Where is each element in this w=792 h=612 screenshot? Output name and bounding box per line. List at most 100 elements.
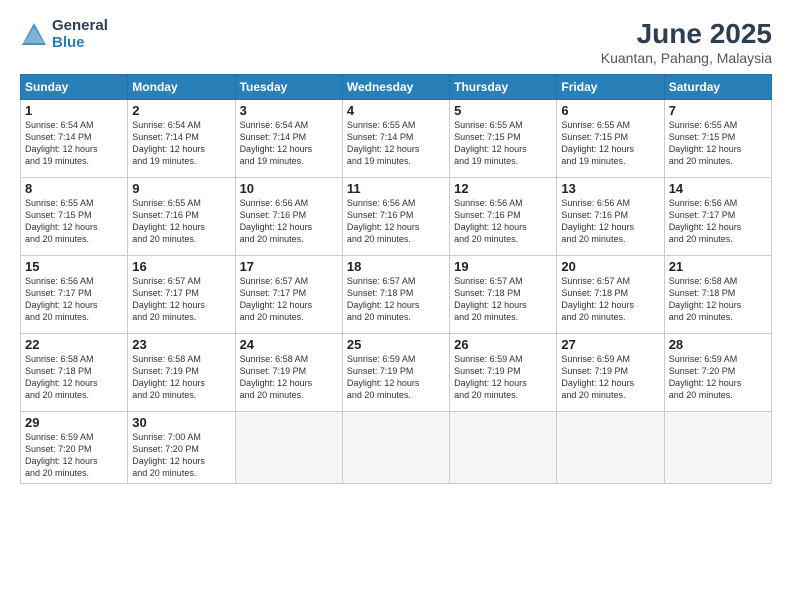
calendar-cell-w3-5: 20 Sunrise: 6:57 AMSunset: 7:18 PMDayligh… — [557, 256, 664, 334]
calendar-cell-w3-0: 15 Sunrise: 6:56 AMSunset: 7:17 PMDayligh… — [21, 256, 128, 334]
calendar-header: General Blue June 2025 Kuantan, Pahang, … — [20, 18, 772, 66]
day-number: 20 — [561, 259, 659, 274]
day-number: 14 — [669, 181, 767, 196]
logo-blue: Blue — [52, 35, 108, 52]
col-sunday: Sunday — [21, 75, 128, 100]
calendar-row-3: 15 Sunrise: 6:56 AMSunset: 7:17 PMDayligh… — [21, 256, 772, 334]
calendar-cell-w4-1: 23 Sunrise: 6:58 AMSunset: 7:19 PMDayligh… — [128, 334, 235, 412]
day-info: Sunrise: 6:59 AMSunset: 7:19 PMDaylight:… — [561, 354, 634, 400]
calendar-cell-1: 1Sunrise: 6:54 AMSunset: 7:14 PMDaylight… — [21, 100, 128, 178]
calendar-page: General Blue June 2025 Kuantan, Pahang, … — [0, 0, 792, 612]
calendar-row-5: 29 Sunrise: 6:59 AMSunset: 7:20 PMDayligh… — [21, 412, 772, 484]
day-number: 5 — [454, 103, 552, 118]
day-info: Sunrise: 6:58 AMSunset: 7:19 PMDaylight:… — [240, 354, 313, 400]
calendar-cell-w1-5: 6Sunrise: 6:55 AMSunset: 7:15 PMDaylight… — [557, 100, 664, 178]
calendar-cell-w2-0: 8 Sunrise: 6:55 AMSunset: 7:15 PMDaylight… — [21, 178, 128, 256]
title-block: June 2025 Kuantan, Pahang, Malaysia — [601, 18, 772, 66]
calendar-cell-w1-6: 7 Sunrise: 6:55 AMSunset: 7:15 PMDaylight… — [664, 100, 771, 178]
day-number: 28 — [669, 337, 767, 352]
day-info: Sunrise: 6:59 AMSunset: 7:20 PMDaylight:… — [25, 432, 98, 478]
day-info: Sunrise: 6:57 AMSunset: 7:18 PMDaylight:… — [454, 276, 527, 322]
day-number: 26 — [454, 337, 552, 352]
day-number: 10 — [240, 181, 338, 196]
calendar-title: June 2025 — [601, 18, 772, 50]
col-saturday: Saturday — [664, 75, 771, 100]
calendar-cell-w2-1: 9 Sunrise: 6:55 AMSunset: 7:16 PMDaylight… — [128, 178, 235, 256]
calendar-cell-w5-2 — [235, 412, 342, 484]
calendar-cell-w2-6: 14 Sunrise: 6:56 AMSunset: 7:17 PMDayligh… — [664, 178, 771, 256]
day-info: Sunrise: 6:54 AMSunset: 7:14 PMDaylight:… — [132, 120, 205, 166]
day-number: 24 — [240, 337, 338, 352]
calendar-row-4: 22 Sunrise: 6:58 AMSunset: 7:18 PMDayligh… — [21, 334, 772, 412]
day-number: 13 — [561, 181, 659, 196]
day-info: Sunrise: 6:55 AMSunset: 7:15 PMDaylight:… — [25, 198, 98, 244]
day-info: Sunrise: 7:00 AMSunset: 7:20 PMDaylight:… — [132, 432, 205, 478]
col-tuesday: Tuesday — [235, 75, 342, 100]
day-number: 17 — [240, 259, 338, 274]
day-number: 8 — [25, 181, 123, 196]
calendar-cell-w5-0: 29 Sunrise: 6:59 AMSunset: 7:20 PMDayligh… — [21, 412, 128, 484]
calendar-cell-w4-3: 25 Sunrise: 6:59 AMSunset: 7:19 PMDayligh… — [342, 334, 449, 412]
calendar-cell-w5-3 — [342, 412, 449, 484]
calendar-cell-w3-2: 17 Sunrise: 6:57 AMSunset: 7:17 PMDayligh… — [235, 256, 342, 334]
col-wednesday: Wednesday — [342, 75, 449, 100]
calendar-cell-w1-1: 2 Sunrise: 6:54 AMSunset: 7:14 PMDaylight… — [128, 100, 235, 178]
day-info: Sunrise: 6:55 AMSunset: 7:15 PMDaylight:… — [669, 120, 742, 166]
day-info: Sunrise: 6:55 AMSunset: 7:15 PMDaylight:… — [561, 120, 634, 166]
col-friday: Friday — [557, 75, 664, 100]
day-number: 7 — [669, 103, 767, 118]
calendar-cell-w1-2: 3 Sunrise: 6:54 AMSunset: 7:14 PMDaylight… — [235, 100, 342, 178]
day-info: Sunrise: 6:58 AMSunset: 7:19 PMDaylight:… — [132, 354, 205, 400]
day-info: Sunrise: 6:57 AMSunset: 7:17 PMDaylight:… — [132, 276, 205, 322]
calendar-cell-w4-5: 27 Sunrise: 6:59 AMSunset: 7:19 PMDayligh… — [557, 334, 664, 412]
calendar-cell-w2-5: 13 Sunrise: 6:56 AMSunset: 7:16 PMDayligh… — [557, 178, 664, 256]
day-number: 1 — [25, 103, 123, 118]
day-info: Sunrise: 6:56 AMSunset: 7:16 PMDaylight:… — [240, 198, 313, 244]
day-info: Sunrise: 6:59 AMSunset: 7:19 PMDaylight:… — [454, 354, 527, 400]
day-number: 27 — [561, 337, 659, 352]
day-info: Sunrise: 6:57 AMSunset: 7:17 PMDaylight:… — [240, 276, 313, 322]
day-info: Sunrise: 6:56 AMSunset: 7:17 PMDaylight:… — [25, 276, 98, 322]
day-number: 16 — [132, 259, 230, 274]
calendar-row-1: 1 Sunrise: 6:54 AMSunset: 7:14 PMDaylight… — [21, 100, 772, 178]
col-monday: Monday — [128, 75, 235, 100]
day-number: 19 — [454, 259, 552, 274]
day-number: 3 — [240, 103, 338, 118]
calendar-cell-w2-2: 10 Sunrise: 6:56 AMSunset: 7:16 PMDayligh… — [235, 178, 342, 256]
calendar-subtitle: Kuantan, Pahang, Malaysia — [601, 50, 772, 66]
day-info: Sunrise: 6:56 AMSunset: 7:16 PMDaylight:… — [454, 198, 527, 244]
logo-general: General — [52, 18, 108, 35]
calendar-cell-w1-4: 5 Sunrise: 6:55 AMSunset: 7:15 PMDaylight… — [450, 100, 557, 178]
calendar-cell-w3-4: 19 Sunrise: 6:57 AMSunset: 7:18 PMDayligh… — [450, 256, 557, 334]
day-number: 29 — [25, 415, 123, 430]
day-number: 22 — [25, 337, 123, 352]
day-number: 30 — [132, 415, 230, 430]
day-number: 2 — [132, 103, 230, 118]
calendar-cell-w5-1: 30 Sunrise: 7:00 AMSunset: 7:20 PMDayligh… — [128, 412, 235, 484]
day-info: Sunrise: 6:59 AMSunset: 7:19 PMDaylight:… — [347, 354, 420, 400]
day-number: 15 — [25, 259, 123, 274]
day-info: Sunrise: 6:56 AMSunset: 7:17 PMDaylight:… — [669, 198, 742, 244]
logo-text: General Blue — [52, 18, 108, 51]
day-number: 21 — [669, 259, 767, 274]
day-info: Sunrise: 6:55 AMSunset: 7:16 PMDaylight:… — [132, 198, 205, 244]
day-info: Sunrise: 6:59 AMSunset: 7:20 PMDaylight:… — [669, 354, 742, 400]
day-info: Sunrise: 6:56 AMSunset: 7:16 PMDaylight:… — [561, 198, 634, 244]
calendar-row-2: 8 Sunrise: 6:55 AMSunset: 7:15 PMDaylight… — [21, 178, 772, 256]
calendar-cell-w2-3: 11Sunrise: 6:56 AMSunset: 7:16 PMDayligh… — [342, 178, 449, 256]
day-info: Sunrise: 6:55 AMSunset: 7:15 PMDaylight:… — [454, 120, 527, 166]
day-number: 23 — [132, 337, 230, 352]
day-info: Sunrise: 6:58 AMSunset: 7:18 PMDaylight:… — [25, 354, 98, 400]
calendar-cell-w4-4: 26 Sunrise: 6:59 AMSunset: 7:19 PMDayligh… — [450, 334, 557, 412]
calendar-body: 1 Sunrise: 6:54 AMSunset: 7:14 PMDaylight… — [21, 100, 772, 484]
day-number: 18 — [347, 259, 445, 274]
day-info: Sunrise: 6:58 AMSunset: 7:18 PMDaylight:… — [669, 276, 742, 322]
day-number: 9 — [132, 181, 230, 196]
day-info: Sunrise: 6:57 AMSunset: 7:18 PMDaylight:… — [561, 276, 634, 322]
calendar-table: Sunday Monday Tuesday Wednesday Thursday… — [20, 74, 772, 484]
calendar-cell-w5-6 — [664, 412, 771, 484]
day-info: Sunrise: 6:54 AMSunset: 7:14 PMDaylight:… — [240, 120, 313, 166]
col-thursday: Thursday — [450, 75, 557, 100]
logo-icon — [20, 21, 48, 49]
day-number: 25 — [347, 337, 445, 352]
